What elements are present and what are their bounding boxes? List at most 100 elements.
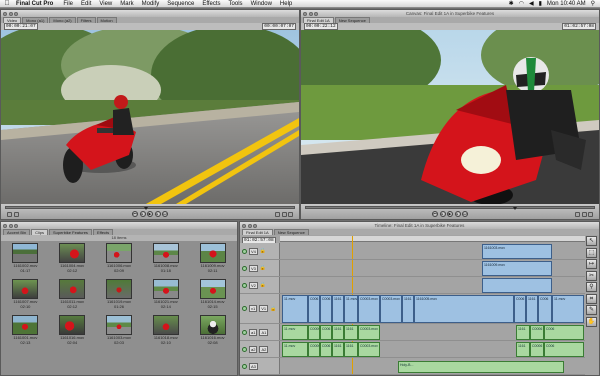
- clip-item[interactable]: 1161009.mov 02:11: [192, 243, 233, 273]
- tab-accent-bin[interactable]: Accent Bin: [3, 229, 31, 235]
- canvas-current-timecode[interactable]: 01:02:57:08: [562, 23, 596, 30]
- clip-thumbnail[interactable]: [152, 243, 179, 263]
- timeline-audio-clip[interactable]: C006: [544, 325, 584, 340]
- battery-icon[interactable]: ▮: [539, 0, 542, 7]
- viewer-play-in-out-button[interactable]: ▸: [139, 211, 146, 217]
- viewer-marker-button[interactable]: [288, 212, 293, 217]
- close-button[interactable]: [3, 223, 7, 228]
- timeline-clip[interactable]: C006: [308, 295, 320, 323]
- canvas-play-button[interactable]: ▶: [447, 211, 453, 217]
- timeline-clip[interactable]: C006: [320, 295, 332, 323]
- select-tool-icon[interactable]: ⬚: [586, 247, 597, 258]
- minimize-button[interactable]: [308, 11, 313, 16]
- clip-item[interactable]: 1161016.mov 02:04: [52, 315, 93, 345]
- viewer-overwrite-button[interactable]: [13, 212, 19, 217]
- menu-file[interactable]: File: [59, 1, 77, 7]
- hand-tool-icon[interactable]: ✋: [586, 316, 597, 327]
- menu-modify[interactable]: Modify: [138, 1, 164, 7]
- timeline-audio-clip[interactable]: C0003.mov: [358, 342, 380, 357]
- track-target-label[interactable]: A1: [259, 328, 269, 336]
- clip-thumbnail[interactable]: [105, 279, 132, 299]
- track-target-label[interactable]: A2: [259, 345, 269, 353]
- clip-item[interactable]: 1161014.mov 02:15: [192, 279, 233, 309]
- lock-icon[interactable]: 🔒: [260, 282, 266, 288]
- zoom-button[interactable]: [253, 223, 257, 228]
- clip-thumbnail[interactable]: [152, 315, 179, 335]
- canvas-marker-button[interactable]: [588, 212, 593, 217]
- clip-item[interactable]: 1161016.mov 02:08: [192, 315, 233, 345]
- tab-new-sequence[interactable]: New Sequence: [273, 229, 309, 235]
- menu-view[interactable]: View: [95, 1, 116, 7]
- timeline-clip[interactable]: 1161009.mov: [482, 261, 552, 276]
- lock-icon[interactable]: 🔒: [260, 265, 266, 271]
- timeline-audio-clip[interactable]: 1161: [344, 325, 358, 340]
- timeline-clip[interactable]: C0003.mov: [358, 295, 380, 323]
- menu-tools[interactable]: Tools: [225, 1, 247, 7]
- tab-motion[interactable]: Motion: [96, 17, 117, 23]
- crop-tool-icon[interactable]: ⌗: [586, 293, 597, 304]
- canvas-play-around-button[interactable]: ▸: [454, 211, 461, 217]
- clip-thumbnail[interactable]: [199, 243, 226, 263]
- timeline-audio-clip[interactable]: 1161: [344, 342, 358, 357]
- menu-window[interactable]: Window: [247, 1, 276, 7]
- wifi-icon[interactable]: ◠: [519, 0, 524, 7]
- clip-item[interactable]: 1161004.mov 02:12: [52, 243, 93, 273]
- viewer-mark-out-button[interactable]: [281, 212, 287, 217]
- clip-thumbnail[interactable]: [59, 279, 86, 299]
- clip-item[interactable]: 1161019.mov 01:26: [99, 279, 140, 309]
- timeline-clip[interactable]: [482, 278, 552, 293]
- timeline-clip[interactable]: 1161005.mov: [414, 295, 514, 323]
- bluetooth-icon[interactable]: ✱: [509, 0, 514, 7]
- viewer-current-timecode[interactable]: 00:00:07:07: [262, 23, 296, 30]
- menu-effects[interactable]: Effects: [198, 1, 224, 7]
- spotlight-icon[interactable]: ⚲: [591, 0, 595, 7]
- clip-thumbnail[interactable]: [105, 243, 132, 263]
- clip-thumbnail[interactable]: [105, 315, 132, 335]
- minimize-button[interactable]: [8, 223, 13, 228]
- clip-thumbnail[interactable]: [12, 279, 39, 299]
- menu-mark[interactable]: Mark: [116, 1, 137, 7]
- menu-clock[interactable]: Mon 10:40 AM: [547, 1, 586, 7]
- canvas-scrubber-bar[interactable]: [305, 206, 595, 210]
- canvas-duration-timecode[interactable]: 00:00:22:12: [304, 23, 338, 30]
- clip-item[interactable]: 1161006.mov 02:09: [99, 243, 140, 273]
- timeline-clip[interactable]: 1161: [526, 295, 538, 323]
- apple-menu-icon[interactable]: : [0, 0, 14, 7]
- tab-final-edit-1a[interactable]: Final Edit 1A: [242, 229, 273, 235]
- menu-edit[interactable]: Edit: [77, 1, 95, 7]
- timeline-audio-clip[interactable]: C006: [544, 342, 584, 357]
- minimize-button[interactable]: [8, 11, 13, 16]
- timeline-audio-clip[interactable]: 1161: [332, 342, 344, 357]
- viewer-video-frame[interactable]: [1, 30, 299, 204]
- viewer-next-edit-button[interactable]: ⏭: [162, 211, 168, 217]
- close-button[interactable]: [3, 11, 7, 16]
- clip-thumbnail[interactable]: [199, 315, 226, 335]
- track-audio-toggle[interactable]: [242, 363, 247, 369]
- zoom-button[interactable]: [314, 11, 318, 16]
- timeline-ruler[interactable]: [280, 236, 585, 242]
- close-button[interactable]: [242, 223, 246, 228]
- timeline-audio-clip[interactable]: C0006: [530, 342, 544, 357]
- timeline-clip[interactable]: 11.mov: [344, 295, 358, 323]
- timeline-audio-clip[interactable]: Holy-B...: [398, 361, 564, 373]
- canvas-mark-out-button[interactable]: [581, 212, 587, 217]
- canvas-next-edit-button[interactable]: ⏭: [462, 211, 468, 217]
- track-visibility-toggle[interactable]: [242, 248, 247, 254]
- tab-clips[interactable]: Clips: [31, 229, 49, 235]
- canvas-playhead[interactable]: [513, 207, 518, 210]
- timeline-clip[interactable]: 1161: [332, 295, 344, 323]
- timeline-clip[interactable]: C006: [538, 295, 552, 323]
- canvas-video-frame[interactable]: [301, 30, 599, 204]
- timeline-clip[interactable]: 11.mov: [282, 295, 308, 323]
- razor-tool-icon[interactable]: ✂: [586, 270, 597, 281]
- canvas-play-in-out-button[interactable]: ▸: [439, 211, 446, 217]
- timeline-audio-clip[interactable]: C0006: [308, 325, 320, 340]
- track-audio-toggle[interactable]: [242, 329, 247, 335]
- timeline-audio-clip[interactable]: C0006: [308, 342, 320, 357]
- track-visibility-toggle[interactable]: [242, 282, 247, 288]
- clip-thumbnail[interactable]: [199, 279, 226, 299]
- track-visibility-toggle[interactable]: [242, 306, 247, 311]
- zoom-tool-icon[interactable]: ⚲: [586, 282, 597, 292]
- viewer-play-around-button[interactable]: ▸: [154, 211, 161, 217]
- zoom-button[interactable]: [14, 223, 18, 228]
